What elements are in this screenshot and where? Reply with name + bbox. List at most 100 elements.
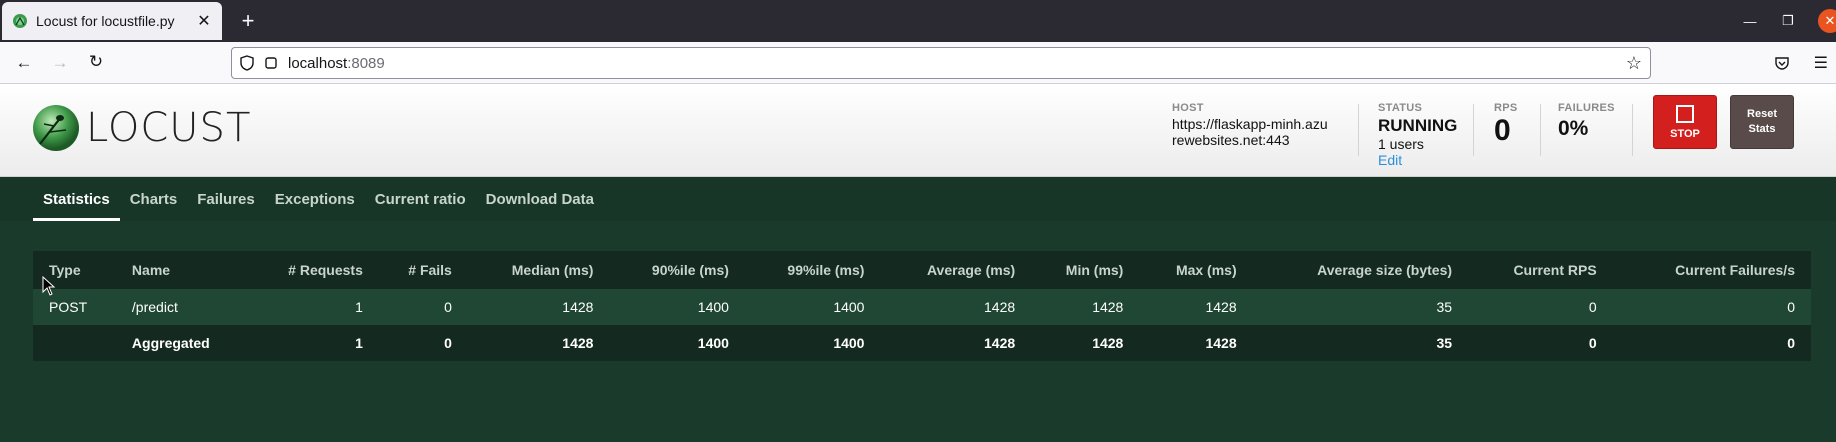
toolbar-right: ☰ [1774, 42, 1828, 84]
table-header-row: Type Name # Requests # Fails Median (ms)… [33, 251, 1811, 289]
status-label: STATUS [1378, 102, 1423, 114]
cell-min: 1428 [1031, 289, 1140, 325]
window-close-icon[interactable]: ✕ [1818, 9, 1836, 33]
col-current-failures[interactable]: Current Failures/s [1612, 251, 1811, 289]
cell-fails: 0 [378, 325, 468, 361]
col-average[interactable]: Average (ms) [880, 251, 1032, 289]
col-fails[interactable]: # Fails [378, 251, 468, 289]
window-controls: — ❐ ✕ [1742, 0, 1836, 42]
col-current-rps[interactable]: Current RPS [1468, 251, 1613, 289]
shield-icon[interactable] [240, 55, 254, 71]
forward-arrow-icon[interactable]: → [48, 53, 72, 73]
cell-requests: 1 [247, 325, 379, 361]
cell-median: 1428 [467, 289, 610, 325]
aggregated-row: Aggregated 1 0 1428 1400 1400 1428 1428 … [33, 325, 1811, 361]
cell-type [33, 325, 116, 361]
col-name[interactable]: Name [115, 251, 248, 289]
stop-button[interactable]: STOP [1653, 95, 1717, 149]
cell-requests: 1 [247, 289, 379, 325]
divider [1632, 104, 1633, 156]
rps-stat: RPS 0 [1494, 102, 1518, 148]
host-label: HOST [1172, 102, 1204, 114]
stop-square-icon [1676, 104, 1694, 123]
col-99ile[interactable]: 99%ile (ms) [744, 251, 881, 289]
cell-average: 1428 [880, 289, 1032, 325]
cell-current-rps: 0 [1468, 325, 1613, 361]
divider [1540, 104, 1541, 156]
host-value: https://flaskapp-minh.azurewebsites.net:… [1172, 116, 1328, 148]
failures-value: 0% [1558, 117, 1589, 140]
back-arrow-icon[interactable]: ← [12, 53, 36, 73]
tab-current-ratio[interactable]: Current ratio [365, 177, 476, 221]
cell-90ile: 1400 [609, 325, 745, 361]
col-90ile[interactable]: 90%ile (ms) [609, 251, 745, 289]
pocket-icon[interactable] [1774, 55, 1790, 71]
user-count: 1 users [1378, 136, 1424, 152]
status-value: RUNNING [1378, 116, 1458, 135]
cell-90ile: 1400 [609, 289, 745, 325]
tab-charts[interactable]: Charts [120, 177, 188, 221]
col-min[interactable]: Min (ms) [1031, 251, 1140, 289]
locust-favicon-icon [13, 14, 27, 28]
cell-name: Aggregated [115, 325, 248, 361]
tab-title: Locust for locustfile.py [36, 13, 175, 29]
cell-fails: 0 [378, 289, 468, 325]
hamburger-menu-icon[interactable]: ☰ [1814, 53, 1828, 73]
cell-max: 1428 [1139, 289, 1253, 325]
url-text[interactable]: localhost:8089 [288, 55, 385, 72]
rps-value: 0 [1494, 114, 1511, 147]
host-stat: HOST https://flaskapp-minh.azurewebsites… [1172, 102, 1332, 148]
tab-download-data[interactable]: Download Data [476, 177, 604, 221]
url-bar[interactable]: localhost:8089 ☆ [231, 47, 1651, 79]
locust-logo-icon [33, 105, 79, 151]
locust-header: LOCUST HOST https://flaskapp-minh.azurew… [0, 84, 1836, 177]
cell-avg-size: 35 [1252, 325, 1469, 361]
reset-label-line1: Reset [1747, 108, 1777, 120]
cell-99ile: 1400 [744, 289, 881, 325]
col-requests[interactable]: # Requests [247, 251, 379, 289]
browser-tab[interactable]: Locust for locustfile.py ✕ [2, 2, 222, 40]
locust-logo[interactable]: LOCUST [32, 104, 251, 152]
cell-current-rps: 0 [1468, 289, 1613, 325]
tab-statistics[interactable]: Statistics [33, 177, 120, 221]
failures-stat: FAILURES 0% [1558, 102, 1615, 141]
tab-failures[interactable]: Failures [187, 177, 265, 221]
main-content: Type Name # Requests # Fails Median (ms)… [0, 221, 1836, 401]
cell-current-failures: 0 [1612, 289, 1811, 325]
cell-current-failures: 0 [1612, 325, 1811, 361]
cell-median: 1428 [467, 325, 610, 361]
logo-text: LOCUST [86, 105, 252, 151]
statistics-table: Type Name # Requests # Fails Median (ms)… [33, 251, 1811, 361]
browser-tab-bar: Locust for locustfile.py ✕ + — ❐ ✕ [0, 0, 1836, 42]
rps-label: RPS [1494, 102, 1518, 114]
stop-label: STOP [1670, 127, 1700, 140]
cell-avg-size: 35 [1252, 289, 1469, 325]
new-tab-icon[interactable]: + [236, 8, 260, 34]
divider [1473, 104, 1474, 156]
cell-name: /predict [115, 289, 248, 325]
reset-stats-button[interactable]: Reset Stats [1730, 95, 1794, 149]
edit-link[interactable]: Edit [1378, 152, 1457, 168]
reload-icon[interactable]: ↻ [84, 52, 108, 72]
minimize-icon[interactable]: — [1742, 14, 1758, 29]
status-stat: STATUS RUNNING 1 users Edit [1378, 102, 1457, 168]
cell-min: 1428 [1031, 325, 1140, 361]
browser-nav-bar: ← → ↻ localhost:8089 ☆ ☰ [0, 42, 1836, 84]
mouse-cursor-icon [42, 276, 56, 296]
cell-max: 1428 [1139, 325, 1253, 361]
col-median[interactable]: Median (ms) [467, 251, 610, 289]
restore-icon[interactable]: ❐ [1780, 13, 1796, 29]
cell-99ile: 1400 [744, 325, 881, 361]
col-avg-size[interactable]: Average size (bytes) [1252, 251, 1469, 289]
tab-exceptions[interactable]: Exceptions [265, 177, 365, 221]
tab-close-icon[interactable]: ✕ [196, 11, 212, 31]
locust-tabs: Statistics Charts Failures Exceptions Cu… [0, 177, 1836, 221]
bookmark-star-icon[interactable]: ☆ [1626, 53, 1642, 74]
table-row: POST /predict 1 0 1428 1400 1400 1428 14… [33, 289, 1811, 325]
reset-label-line2: Stats [1748, 123, 1776, 135]
cell-average: 1428 [880, 325, 1032, 361]
page-info-icon[interactable] [264, 56, 278, 70]
failures-label: FAILURES [1558, 102, 1615, 114]
divider [1358, 104, 1359, 156]
col-max[interactable]: Max (ms) [1139, 251, 1253, 289]
